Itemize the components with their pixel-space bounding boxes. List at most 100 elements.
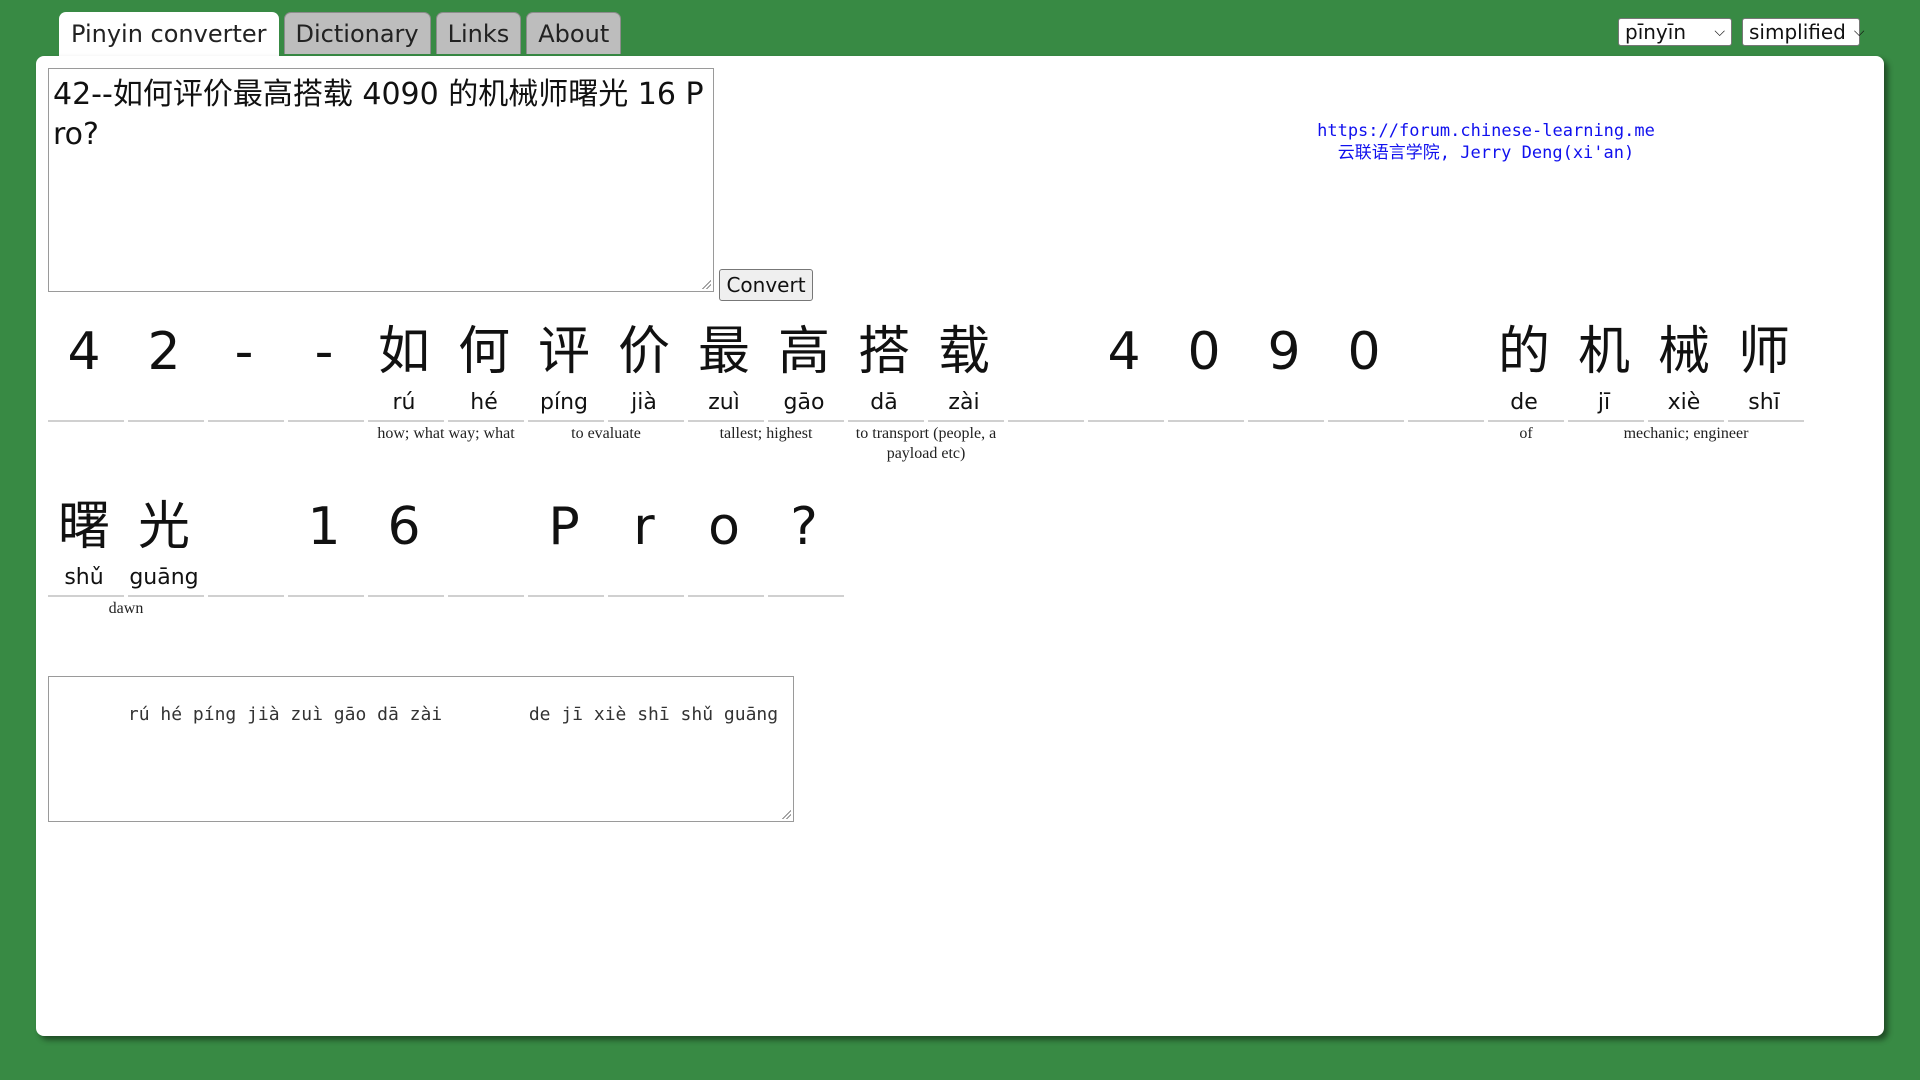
character-cell [448, 487, 524, 637]
chevron-down-icon: ⌵ [1714, 24, 1725, 40]
character-cell: 9 [1248, 312, 1324, 462]
hanzi-char: 何 [457, 322, 510, 382]
chevron-down-icon: ⌵ [1853, 24, 1865, 40]
character-cell: 0 [1168, 312, 1244, 462]
hanzi-char: 搭 [857, 322, 910, 382]
pinyin-label: zuì [708, 390, 740, 415]
pinyin-label: shǔ [64, 565, 104, 590]
character-cell: P [528, 487, 604, 637]
credits: https://forum.chinese-learning.me 云联语言学院… [1286, 120, 1686, 164]
annotation-row-2: 曙 shǔ 光 guāng 1 6 Pr o? dawn [48, 487, 1868, 637]
character-cell: r [608, 487, 684, 637]
chinese-text-value: 42--如何评价最高搭载 4090 的机械师曙光 16 Pro? [53, 77, 704, 152]
pinyin-label: zài [948, 390, 980, 415]
resize-handle-icon[interactable] [701, 279, 711, 289]
character-cell: - [288, 312, 364, 462]
hanzi-char: 的 [1497, 322, 1550, 382]
cell-underline [448, 420, 524, 422]
hanzi-char [208, 487, 280, 567]
pinyin-label: de [1510, 390, 1538, 415]
author-credit: 云联语言学院, Jerry Deng(xi'an) [1337, 143, 1635, 163]
pinyin-label: píng [540, 390, 588, 415]
cell-underline [1168, 420, 1244, 422]
hanzi-char: 4 [1107, 322, 1141, 382]
hanzi-char: 价 [617, 322, 670, 382]
romanization-select[interactable]: pīnyīn ⌵ [1618, 18, 1732, 46]
hanzi-char: 载 [937, 322, 990, 382]
hanzi-char [1008, 312, 1080, 392]
tab-dictionary[interactable]: Dictionary [283, 12, 431, 54]
hanzi-char: o [708, 497, 740, 557]
forum-link[interactable]: https://forum.chinese-learning.me [1286, 120, 1686, 142]
cell-underline [208, 595, 284, 597]
cell-underline [1088, 420, 1164, 422]
cell-underline [528, 420, 604, 422]
cell-underline [288, 420, 364, 422]
cell-underline [1248, 420, 1324, 422]
hanzi-char: r [633, 497, 655, 557]
cell-underline [1568, 420, 1644, 422]
cell-underline [288, 595, 364, 597]
cell-underline [368, 595, 444, 597]
hanzi-char: - [234, 322, 254, 382]
tab-pinyin-converter[interactable]: Pinyin converter [59, 12, 279, 57]
cell-underline [208, 420, 284, 422]
pinyin-output[interactable]: rú hé píng jià zuì gāo dā zài de jī xiè … [48, 676, 794, 822]
cell-underline [608, 595, 684, 597]
character-cell [1408, 312, 1484, 462]
definition-gloss: tallest; highest [719, 425, 813, 442]
pinyin-label: jià [631, 390, 657, 415]
character-cell: ? [768, 487, 844, 637]
hanzi-char: 高 [777, 322, 830, 382]
cell-underline [48, 595, 124, 597]
hanzi-char: 9 [1267, 322, 1301, 382]
definition-gloss: to evaluate [571, 425, 641, 442]
character-cell: 1 [288, 487, 364, 637]
display-options: pīnyīn ⌵ simplified ⌵ [1618, 18, 1865, 46]
hanzi-char: 4 [67, 322, 101, 382]
hanzi-char: P [548, 497, 580, 557]
cell-underline [528, 595, 604, 597]
resize-handle-icon[interactable] [781, 809, 791, 819]
convert-button[interactable]: Convert [719, 269, 813, 301]
cell-underline [1328, 420, 1404, 422]
pinyin-label: shī [1748, 390, 1780, 415]
script-select-value: simplified [1749, 20, 1846, 44]
hanzi-char: ? [790, 497, 818, 557]
hanzi-char: 0 [1187, 322, 1221, 382]
cell-underline [848, 420, 924, 422]
cell-underline [928, 420, 1004, 422]
hanzi-char [1408, 312, 1480, 392]
character-cell: 4 [48, 312, 124, 462]
character-cell [1008, 312, 1084, 462]
definition-gloss: dawn [108, 600, 144, 617]
tab-links[interactable]: Links [435, 12, 522, 54]
hanzi-char: 最 [697, 322, 750, 382]
cell-underline [1648, 420, 1724, 422]
tab-bar: Pinyin converter Dictionary Links About [59, 12, 622, 57]
tab-about[interactable]: About [526, 12, 622, 54]
pinyin-label: jī [1597, 390, 1611, 415]
converter-panel: 42--如何评价最高搭载 4090 的机械师曙光 16 Pro? Convert… [36, 56, 1884, 1036]
pinyin-label: guāng [129, 565, 199, 590]
pinyin-output-value: rú hé píng jià zuì gāo dā zài de jī xiè … [95, 704, 779, 725]
chinese-text-input[interactable]: 42--如何评价最高搭载 4090 的机械师曙光 16 Pro? [48, 68, 714, 292]
cell-underline [448, 595, 524, 597]
pinyin-label: gāo [783, 390, 825, 415]
cell-underline [608, 420, 684, 422]
cell-underline [1728, 420, 1804, 422]
character-cell: 6 [368, 487, 444, 637]
pinyin-label: hé [470, 390, 498, 415]
definition-gloss: mechanic; engineer [1623, 425, 1749, 442]
cell-underline [768, 420, 844, 422]
cell-underline [688, 420, 764, 422]
pinyin-label: rú [392, 390, 416, 415]
cell-underline [1488, 420, 1564, 422]
hanzi-char: 0 [1347, 322, 1381, 382]
hanzi-char: 如 [377, 322, 430, 382]
character-cell [208, 487, 284, 637]
character-cell: 2 [128, 312, 204, 462]
cell-underline [768, 595, 844, 597]
script-select[interactable]: simplified ⌵ [1742, 18, 1865, 46]
pinyin-label: dā [870, 390, 898, 415]
